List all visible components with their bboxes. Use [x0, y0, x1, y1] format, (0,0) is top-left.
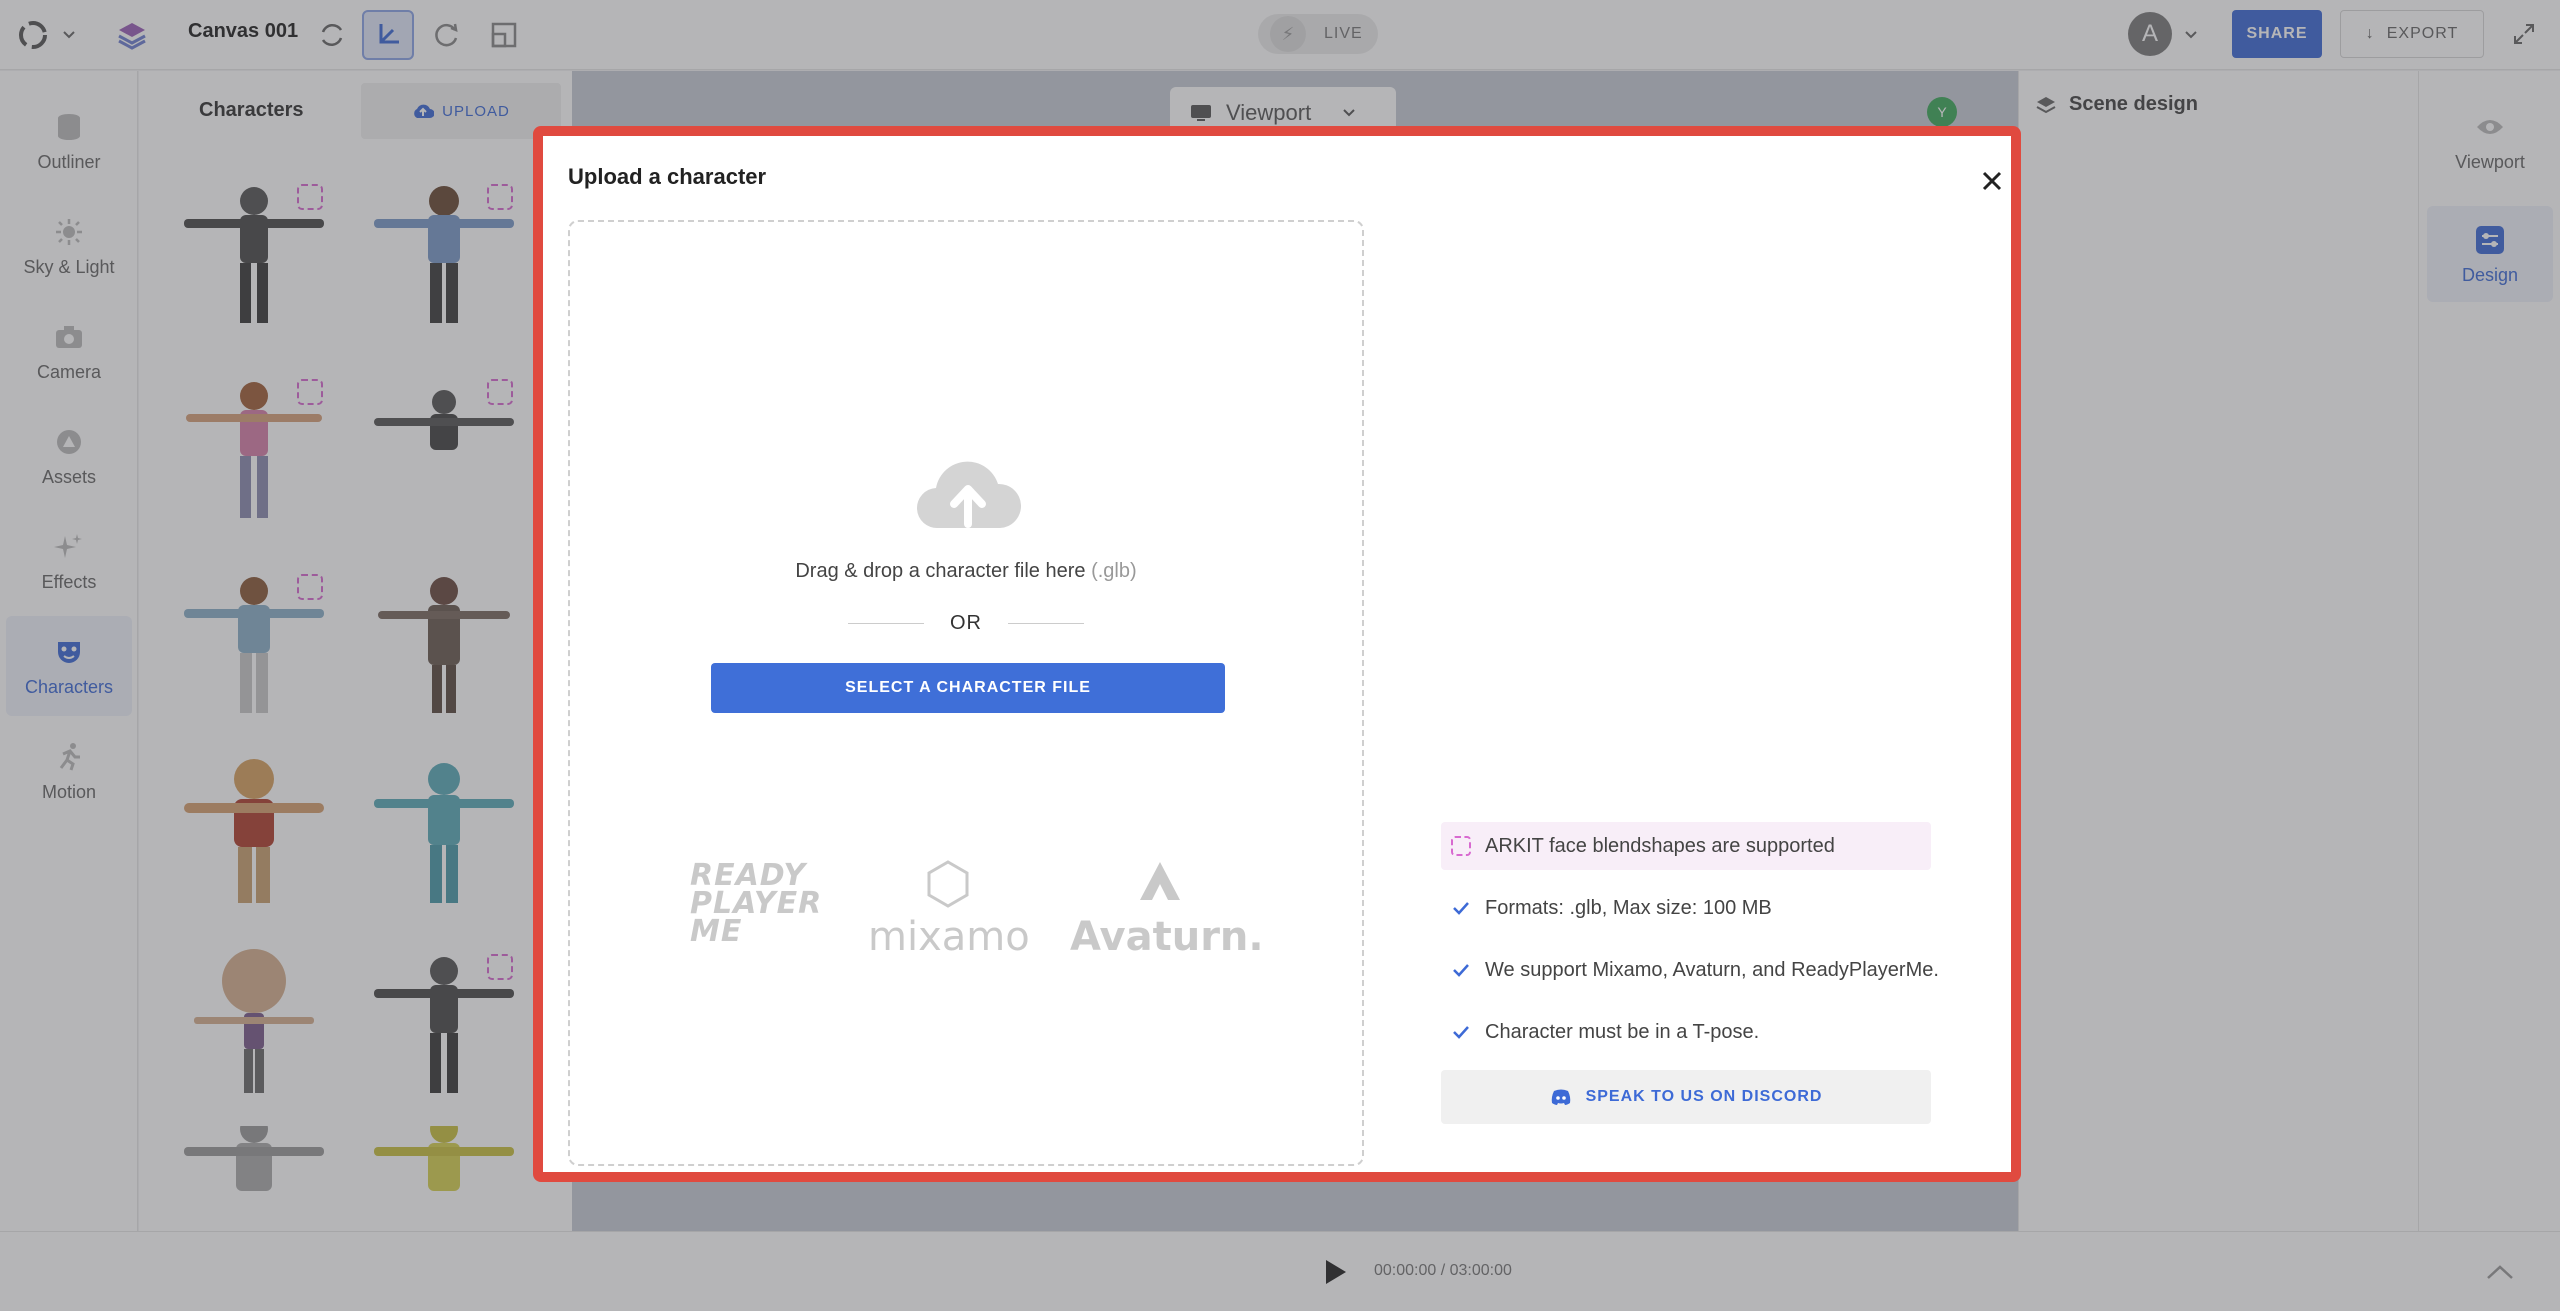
arkit-text: ARKIT face blendshapes are supported — [1485, 834, 1835, 857]
readyplayerme-logo: READY PLAYER ME — [690, 858, 823, 949]
drop-instructions: Drag & drop a character file here (.glb) — [570, 560, 1362, 583]
drop-text: Drag & drop a character file here — [795, 560, 1086, 582]
avaturn-mark-icon — [1140, 862, 1180, 900]
checkmark-icon — [1451, 960, 1471, 980]
avaturn-logo: Avaturn. — [1070, 860, 1264, 960]
or-text: OR — [950, 612, 982, 634]
file-dropzone[interactable]: Drag & drop a character file here (.glb)… — [568, 220, 1364, 1166]
checkmark-icon — [1451, 1022, 1471, 1042]
cloud-upload-icon — [916, 461, 1022, 529]
or-divider: OR — [570, 612, 1362, 635]
close-button[interactable] — [1977, 166, 2007, 196]
hexagon-icon — [927, 860, 969, 908]
discord-button[interactable]: SPEAK TO US ON DISCORD — [1441, 1070, 1931, 1124]
upload-character-modal: Upload a character Drag & drop a charact… — [533, 126, 2021, 1182]
arkit-notice: ARKIT face blendshapes are supported — [1441, 822, 1931, 870]
requirement-item: We support Mixamo, Avaturn, and ReadyPla… — [1441, 946, 2001, 994]
face-blendshape-icon — [1451, 836, 1471, 856]
select-character-file-button[interactable]: SELECT A CHARACTER FILE — [711, 663, 1225, 713]
checkmark-icon — [1451, 898, 1471, 918]
requirement-item: Formats: .glb, Max size: 100 MB — [1441, 884, 2001, 932]
modal-title: Upload a character — [568, 164, 767, 189]
mixamo-logo: mixamo — [868, 860, 1030, 960]
discord-label: SPEAK TO US ON DISCORD — [1585, 1088, 1823, 1105]
discord-icon — [1551, 1089, 1570, 1105]
requirement-item: Character must be in a T-pose. — [1441, 1008, 2001, 1056]
requirements-list: ARKIT face blendshapes are supported For… — [1441, 822, 2001, 1124]
close-icon — [1982, 171, 2002, 191]
drop-extension: (.glb) — [1091, 560, 1137, 582]
supported-platform-logos: READY PLAYER ME mixamo Avaturn. — [570, 850, 1362, 970]
